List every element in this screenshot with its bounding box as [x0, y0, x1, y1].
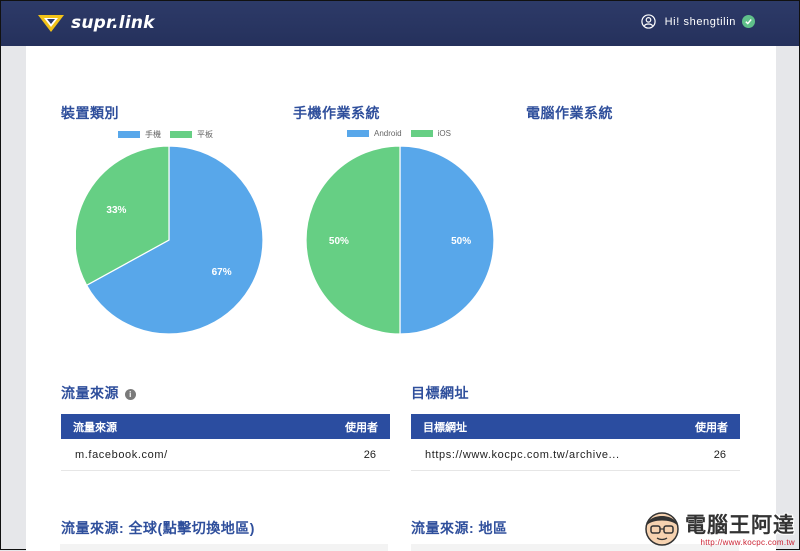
region-map-title: 流量來源: 地區 — [411, 520, 508, 536]
traffic-source-title-text: 流量來源 — [61, 385, 119, 401]
table-header: 流量來源 使用者 — [61, 414, 390, 439]
brand-name: supr.link — [71, 13, 155, 33]
mobile-os-chart-title: 手機作業系統 — [293, 105, 380, 121]
device-chart-title: 裝置類別 — [61, 105, 119, 121]
watermark: 電腦王阿達 http://www.kocpc.com.tw — [643, 509, 795, 547]
users-cell: 26 — [713, 448, 726, 461]
main-panel: 裝置類別 手機作業系統 電腦作業系統 手機 平板 Android iOS 67%… — [26, 46, 776, 551]
legend-swatch — [347, 130, 369, 137]
info-icon[interactable]: i — [125, 389, 136, 400]
column-header-users[interactable]: 使用者 — [695, 419, 728, 435]
legend-swatch — [118, 131, 140, 138]
user-greeting: Hi! shengtilin — [664, 15, 736, 28]
target-url-title: 目標網址 — [411, 385, 469, 401]
legend-item[interactable]: Android — [347, 129, 402, 138]
users-cell: 26 — [363, 448, 376, 461]
user-icon — [640, 14, 656, 29]
user-menu[interactable]: Hi! shengtilin — [640, 14, 755, 29]
legend-swatch — [410, 130, 433, 137]
watermark-text: 電腦王阿達 — [685, 514, 795, 537]
target-url-table: 目標網址 使用者 https://www.kocpc.com.tw/archiv… — [411, 414, 740, 471]
mascot-face-icon — [645, 512, 679, 546]
logo-icon — [38, 15, 64, 32]
legend-item[interactable]: iOS — [410, 129, 451, 138]
table-row[interactable]: m.facebook.com/ 26 — [61, 439, 390, 471]
verified-check-icon — [742, 15, 755, 28]
desktop-os-chart-title: 電腦作業系統 — [526, 105, 613, 121]
device-pie-chart: 67% 33% — [76, 145, 264, 335]
pie-value-label: 33% — [106, 205, 126, 216]
pie-value-label: 67% — [212, 267, 232, 278]
column-header-source[interactable]: 流量來源 — [73, 419, 117, 435]
mobile-os-pie-chart: 50% 50% — [305, 145, 495, 335]
global-map-title[interactable]: 流量來源: 全球(點擊切換地區) — [61, 518, 255, 538]
traffic-source-table: 流量來源 使用者 m.facebook.com/ 26 — [61, 414, 390, 471]
pie-slice-iOS[interactable] — [305, 145, 401, 335]
legend-label: iOS — [437, 129, 451, 138]
table-header: 目標網址 使用者 — [411, 414, 740, 439]
source-cell: m.facebook.com/ — [75, 448, 168, 461]
url-cell[interactable]: https://www.kocpc.com.tw/archive... — [425, 449, 620, 461]
table-row[interactable]: https://www.kocpc.com.tw/archive... 26 — [411, 439, 740, 471]
watermark-url: http://www.kocpc.com.tw — [700, 538, 795, 547]
brand-logo[interactable]: supr.link — [37, 12, 155, 34]
column-header-users[interactable]: 使用者 — [345, 419, 378, 435]
legend-label: Android — [374, 129, 402, 138]
top-navbar: supr.link Hi! shengtilin — [1, 1, 799, 46]
traffic-source-title: 流量來源 i — [61, 383, 136, 403]
pie-value-label: 50% — [451, 236, 471, 247]
mobile-os-chart-legend: Android iOS — [347, 129, 460, 138]
pie-value-label: 50% — [329, 236, 349, 247]
legend-swatch — [170, 131, 192, 138]
column-header-url[interactable]: 目標網址 — [423, 419, 467, 435]
pie-slice-Android[interactable] — [399, 145, 495, 335]
